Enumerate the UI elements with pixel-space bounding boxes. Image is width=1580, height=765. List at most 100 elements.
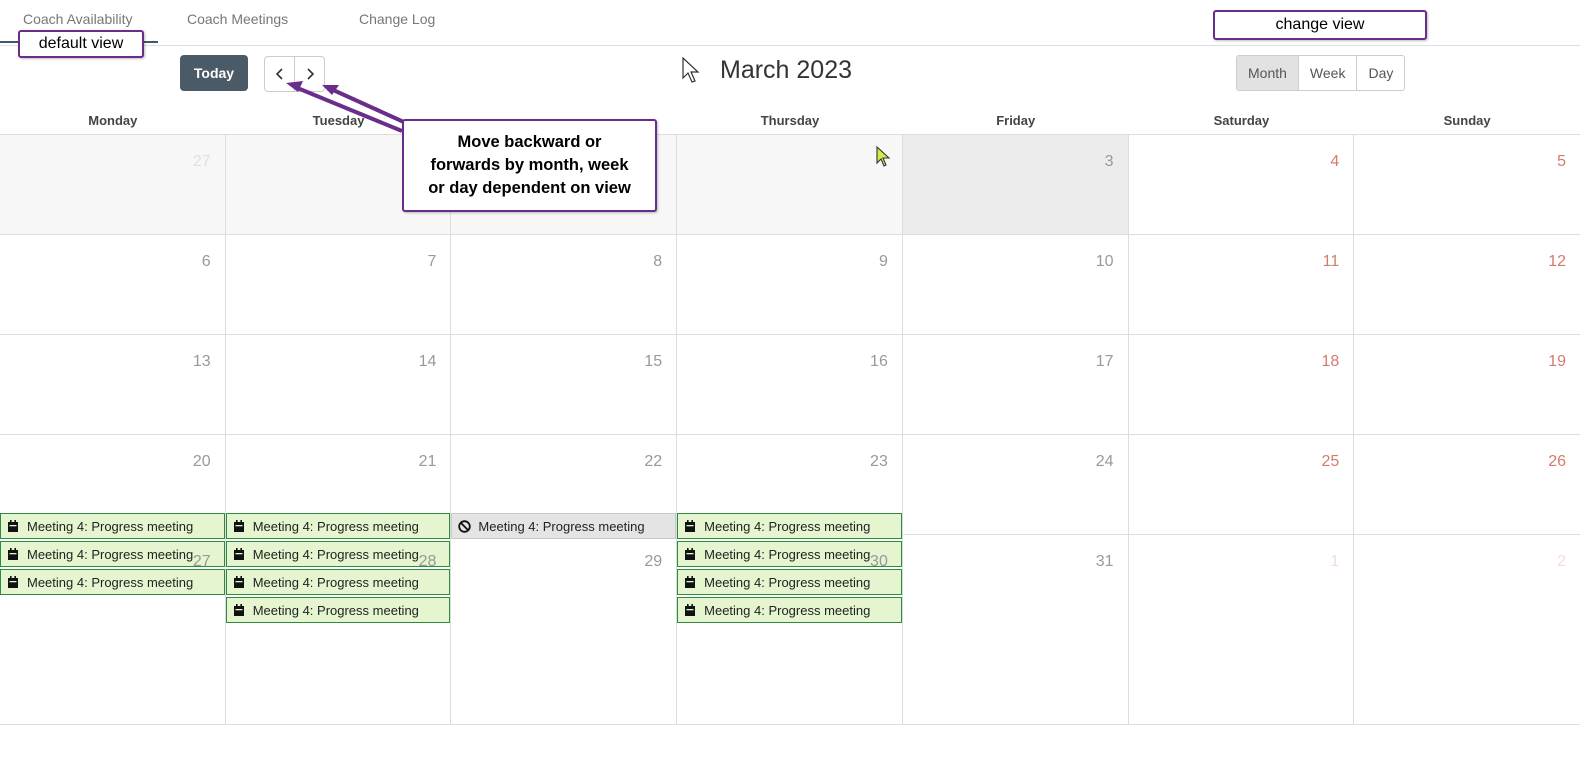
day-cell[interactable]: 31 <box>902 535 1129 725</box>
weekday-header: Monday Tuesday Thursday Friday Saturday … <box>0 112 1580 134</box>
day-number: 25 <box>1321 453 1340 470</box>
day-number: 21 <box>418 453 437 470</box>
day-cell[interactable]: 21 Meeting 4: Progress meeting Meeting 4… <box>225 435 452 623</box>
day-cell[interactable]: 4 <box>1128 135 1355 235</box>
highlighted-cursor-icon <box>876 146 891 167</box>
view-switcher: Month Week Day <box>1236 55 1406 91</box>
day-cell[interactable]: 15 <box>451 335 678 435</box>
month-grid: 27 3 4 5 6 7 8 9 10 11 12 13 14 15 16 17… <box>0 134 1580 728</box>
day-cell[interactable]: 6 <box>0 235 226 335</box>
day-number: 6 <box>201 253 211 270</box>
day-cell[interactable]: 17 <box>902 335 1129 435</box>
day-cell[interactable]: 28 <box>225 535 452 725</box>
day-cell[interactable]: 27 <box>0 135 226 235</box>
annotation-line: or day dependent on view <box>428 179 631 197</box>
day-cell[interactable]: 27 <box>0 535 226 725</box>
day-number: 5 <box>1557 153 1566 170</box>
day-cell[interactable]: 14 <box>225 335 452 435</box>
day-number: 27 <box>192 553 211 570</box>
day-cell[interactable]: 16 <box>677 335 903 435</box>
day-cell[interactable]: 7 <box>225 235 452 335</box>
day-number: 31 <box>1095 553 1114 570</box>
day-cell[interactable] <box>677 135 903 235</box>
day-number: 12 <box>1548 253 1566 270</box>
day-number: 27 <box>192 153 211 170</box>
day-number: 30 <box>870 553 888 570</box>
day-cell-today[interactable]: 3 <box>902 135 1129 235</box>
view-day-button[interactable]: Day <box>1356 56 1404 90</box>
day-number: 18 <box>1321 353 1340 370</box>
day-cell[interactable]: 9 <box>677 235 903 335</box>
day-cell[interactable]: 20 Meeting 4: Progress meeting Meeting 4… <box>0 435 226 595</box>
day-cell[interactable]: 5 <box>1354 135 1580 235</box>
day-number: 19 <box>1548 353 1566 370</box>
day-cell[interactable]: 25 <box>1128 435 1355 535</box>
day-cell[interactable]: 10 <box>902 235 1129 335</box>
annotation-default-view: default view <box>18 30 144 58</box>
day-cell[interactable]: 29 <box>451 535 678 725</box>
day-number: 26 <box>1548 453 1566 470</box>
chevron-left-icon <box>275 68 283 80</box>
today-button[interactable]: Today <box>180 55 248 91</box>
day-number: 2 <box>1557 553 1566 570</box>
day-cell[interactable]: 1 <box>1128 535 1355 725</box>
day-cell[interactable]: 13 <box>0 335 226 435</box>
mouse-cursor-icon <box>682 57 700 83</box>
day-number: 8 <box>653 253 663 270</box>
annotation-line: forwards by month, week <box>430 156 629 174</box>
tab-coach-availability[interactable]: Coach Availability <box>23 11 132 27</box>
event-title: Meeting 4: Progress meeting <box>478 518 645 534</box>
day-number: 9 <box>878 253 888 270</box>
cancel-icon <box>457 519 471 533</box>
day-cell[interactable]: 24 <box>902 435 1129 535</box>
view-week-button[interactable]: Week <box>1297 56 1357 90</box>
day-cell[interactable]: 2 <box>1354 535 1580 725</box>
day-cell[interactable]: 30 <box>677 535 903 725</box>
event-title: Meeting 4: Progress meeting <box>704 518 871 534</box>
day-number: 7 <box>427 253 437 270</box>
day-number: 14 <box>418 353 437 370</box>
prev-next-group <box>264 56 325 92</box>
view-month-button[interactable]: Month <box>1237 56 1298 90</box>
weekday-label: Friday <box>996 113 1036 128</box>
calendar-check-icon <box>6 519 20 533</box>
day-number: 11 <box>1322 253 1340 270</box>
weekday-label: Monday <box>88 113 138 128</box>
day-number: 23 <box>870 453 888 470</box>
day-cell[interactable]: 11 <box>1128 235 1355 335</box>
event-title: Meeting 4: Progress meeting <box>252 518 419 534</box>
day-cell[interactable]: 22 Meeting 4: Progress meeting <box>451 435 678 539</box>
calendar-check-icon <box>232 519 246 533</box>
weekday-label: Sunday <box>1443 113 1491 128</box>
day-number: 4 <box>1330 153 1340 170</box>
day-number: 20 <box>192 453 211 470</box>
day-number: 24 <box>1095 453 1114 470</box>
day-number: 13 <box>192 353 211 370</box>
tab-coach-meetings[interactable]: Coach Meetings <box>187 11 288 27</box>
day-number: 29 <box>644 553 663 570</box>
day-number: 17 <box>1095 353 1114 370</box>
weekday-label: Thursday <box>760 113 820 128</box>
day-cell[interactable]: 12 <box>1354 235 1580 335</box>
day-number: 28 <box>418 553 437 570</box>
next-button[interactable] <box>294 57 324 91</box>
day-cell[interactable]: 8 <box>451 235 678 335</box>
day-cell[interactable]: 26 <box>1354 435 1580 535</box>
event-title: Meeting 4: Progress meeting <box>27 518 194 534</box>
annotation-navigation: Move backward or forwards by month, week… <box>402 119 657 212</box>
calendar-check-icon <box>683 519 697 533</box>
annotation-change-view: change view <box>1213 10 1427 40</box>
prev-button[interactable] <box>265 57 294 91</box>
calendar-title: March 2023 <box>720 56 853 84</box>
day-number: 3 <box>1104 153 1114 170</box>
day-cell[interactable]: 19 <box>1354 335 1580 435</box>
tab-change-log[interactable]: Change Log <box>359 11 435 27</box>
day-number: 10 <box>1095 253 1114 270</box>
day-number: 1 <box>1330 553 1340 570</box>
day-cell[interactable]: 18 <box>1128 335 1355 435</box>
day-number: 15 <box>644 353 663 370</box>
annotation-line: Move backward or <box>457 133 602 151</box>
day-number: 16 <box>870 353 888 370</box>
day-cell[interactable]: 23 Meeting 4: Progress meeting Meeting 4… <box>677 435 903 623</box>
day-number: 22 <box>644 453 663 470</box>
